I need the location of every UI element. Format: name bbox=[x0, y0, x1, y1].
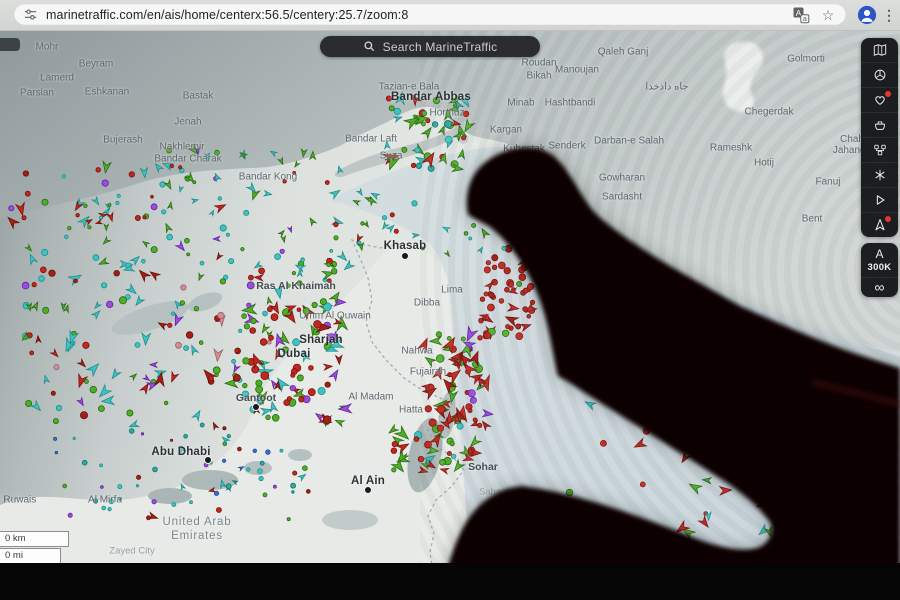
map-layers-button[interactable] bbox=[861, 38, 898, 62]
url-text[interactable]: marinetraffic.com/en/ais/home/centerx:56… bbox=[46, 8, 408, 22]
toolbar-button-group bbox=[861, 38, 898, 237]
search-placeholder: Search MarineTraffic bbox=[383, 40, 498, 54]
map-toolbar: A 300K ∞ bbox=[861, 38, 898, 297]
playback-button[interactable] bbox=[861, 187, 898, 212]
weather-button[interactable] bbox=[861, 162, 898, 187]
photographed-screen: MohrBeyramLamerdParsianEshkananBastakJen… bbox=[0, 0, 900, 600]
vessel-a-icon: A bbox=[875, 248, 883, 260]
site-settings-icon[interactable] bbox=[23, 7, 38, 22]
edge-notch bbox=[0, 38, 20, 51]
translate-icon[interactable]: A a bbox=[792, 6, 810, 24]
bookmark-star-icon[interactable]: ☆ bbox=[819, 6, 837, 24]
photo-bottom-bezel bbox=[0, 563, 900, 600]
url-bar[interactable]: marinetraffic.com/en/ais/home/centerx:56… bbox=[14, 4, 846, 25]
map-icon bbox=[873, 43, 887, 57]
map-canvas[interactable]: MohrBeyramLamerdParsianEshkananBastakJen… bbox=[0, 0, 900, 600]
ports-button[interactable] bbox=[861, 137, 898, 162]
svg-text:a: a bbox=[803, 16, 807, 23]
browser-menu-icon[interactable]: ⋮ bbox=[882, 4, 896, 26]
vessels-button[interactable] bbox=[861, 112, 898, 137]
hand-layer bbox=[0, 0, 900, 600]
scale-mi-label: 0 mi bbox=[5, 550, 23, 561]
ship-icon bbox=[873, 118, 887, 132]
wind-icon bbox=[873, 168, 887, 182]
search-icon bbox=[363, 40, 376, 53]
scale-km-label: 0 km bbox=[5, 533, 26, 544]
favorites-button[interactable] bbox=[861, 87, 898, 112]
profile-avatar[interactable] bbox=[857, 5, 877, 25]
vessel-counter[interactable]: A 300K ∞ bbox=[861, 243, 898, 297]
notification-badge bbox=[885, 216, 891, 222]
notification-badge bbox=[885, 91, 891, 97]
globe-icon bbox=[873, 68, 887, 82]
browser-toolbar: marinetraffic.com/en/ais/home/centerx:56… bbox=[0, 0, 900, 31]
scale-bar-mi: 0 mi bbox=[0, 548, 61, 564]
filters-button[interactable] bbox=[861, 62, 898, 87]
search-bar[interactable]: Search MarineTraffic bbox=[320, 36, 540, 57]
play-icon bbox=[873, 193, 887, 207]
voyage-planner-button[interactable] bbox=[861, 212, 898, 237]
hand-silhouette bbox=[440, 148, 900, 600]
ports-icon bbox=[873, 143, 887, 157]
scale-bar-km: 0 km bbox=[0, 531, 69, 547]
infinity-icon: ∞ bbox=[861, 277, 898, 293]
vessel-count: 300K bbox=[868, 262, 892, 273]
